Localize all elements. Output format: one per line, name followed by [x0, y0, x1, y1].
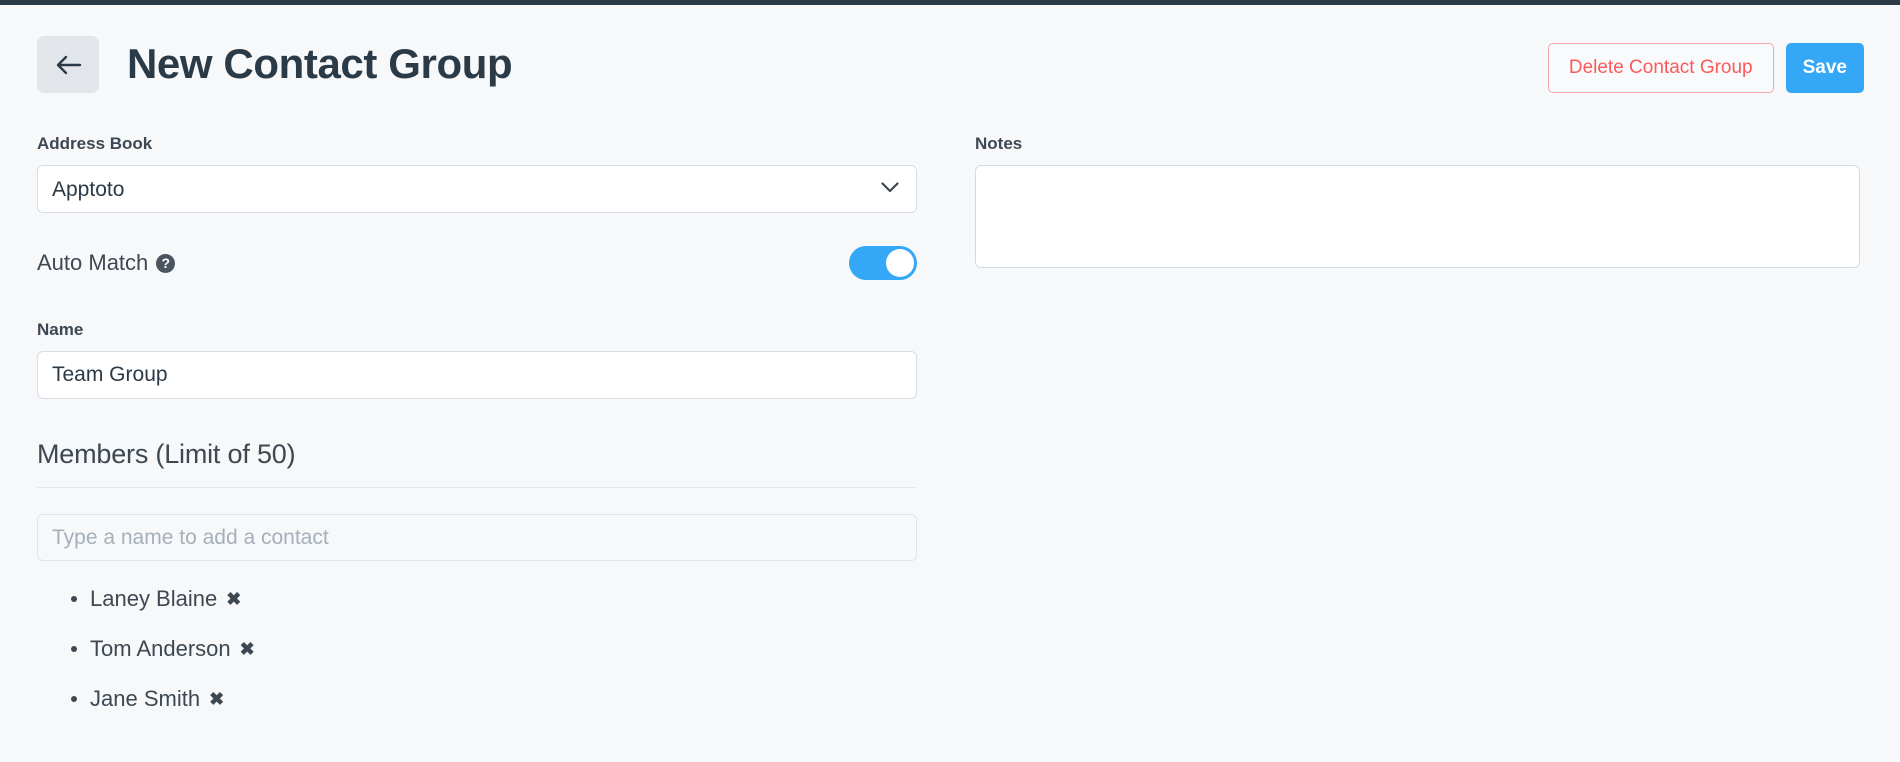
list-item: Jane Smith ✖ [90, 688, 917, 710]
list-item: Laney Blaine ✖ [90, 588, 917, 610]
address-book-select[interactable]: Apptoto [37, 165, 917, 213]
address-book-field: Address Book Apptoto [37, 134, 917, 213]
page-title: New Contact Group [127, 40, 513, 87]
auto-match-label-group: Auto Match ? [37, 250, 176, 276]
remove-member-icon[interactable]: ✖ [209, 690, 224, 708]
auto-match-field: Auto Match ? [37, 246, 917, 286]
right-column: Notes [975, 134, 1860, 273]
toggle-knob [886, 249, 914, 277]
notes-textarea[interactable] [975, 165, 1860, 268]
remove-member-icon[interactable]: ✖ [226, 590, 241, 608]
member-search-input[interactable] [37, 514, 917, 561]
delete-contact-group-button[interactable]: Delete Contact Group [1547, 43, 1774, 93]
help-circle-icon[interactable]: ? [156, 253, 176, 273]
name-field: Name [37, 320, 917, 399]
members-list: Laney Blaine ✖ Tom Anderson ✖ Jane Smith… [37, 588, 917, 710]
back-button[interactable] [37, 36, 99, 93]
member-name: Laney Blaine [90, 586, 218, 611]
auto-match-label: Auto Match [37, 250, 149, 275]
arrow-left-icon [54, 54, 82, 76]
remove-member-icon[interactable]: ✖ [240, 640, 255, 658]
address-book-label: Address Book [37, 134, 153, 153]
contact-group-page: New Contact Group Delete Contact Group S… [0, 5, 1900, 762]
notes-label: Notes [975, 134, 1023, 153]
name-label: Name [37, 320, 84, 339]
left-column: Address Book Apptoto Auto Match ? Name T… [37, 134, 917, 738]
members-section: Members (Limit of 50) Laney Blaine ✖ Tom… [37, 439, 917, 710]
list-item: Tom Anderson ✖ [90, 638, 917, 660]
auto-match-toggle[interactable] [849, 246, 917, 280]
address-book-select-wrapper: Apptoto [37, 165, 917, 213]
header-actions: Delete Contact Group Save [1547, 43, 1864, 93]
save-button[interactable]: Save [1785, 43, 1864, 93]
member-name: Jane Smith [90, 686, 201, 711]
members-heading: Members (Limit of 50) [37, 439, 296, 469]
name-input[interactable] [37, 351, 917, 399]
page-header: New Contact Group Delete Contact Group S… [0, 5, 1900, 110]
members-divider [37, 487, 917, 488]
member-name: Tom Anderson [90, 636, 231, 661]
